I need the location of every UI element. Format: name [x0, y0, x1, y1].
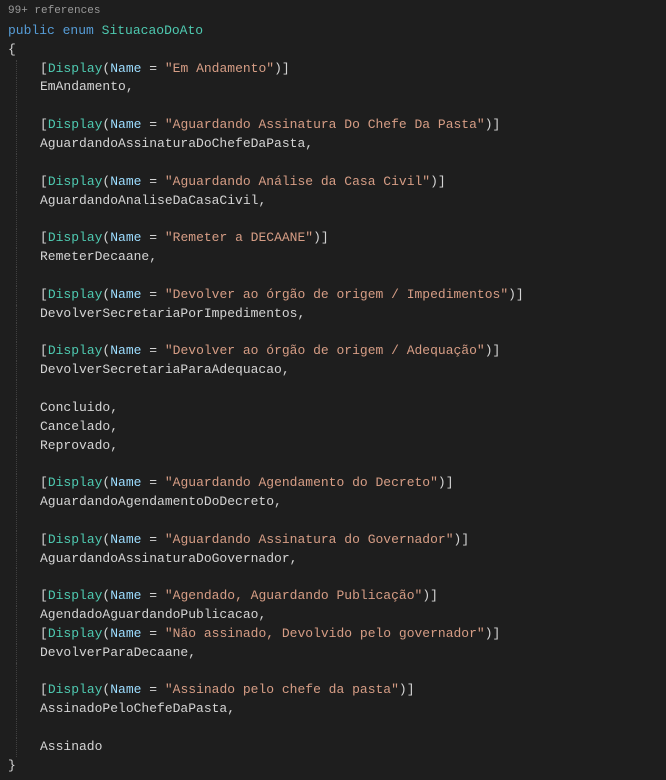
display-attribute: [Display(Name = "Devolver ao órgão de or…	[8, 342, 658, 361]
enum-member: AguardandoAgendamentoDoDecreto,	[8, 493, 658, 512]
display-attribute: [Display(Name = "Assinado pelo chefe da …	[8, 681, 658, 700]
blank-line	[8, 323, 658, 342]
enum-keyword: enum	[63, 23, 94, 38]
enum-type-name: SituacaoDoAto	[102, 23, 203, 38]
blank-line	[8, 267, 658, 286]
modifier-keyword: public	[8, 23, 55, 38]
code-editor[interactable]: public enum SituacaoDoAto { [Display(Nam…	[8, 22, 658, 776]
display-attribute: [Display(Name = "Devolver ao órgão de or…	[8, 286, 658, 305]
display-attribute: [Display(Name = "Aguardando Assinatura d…	[8, 531, 658, 550]
blank-line	[8, 455, 658, 474]
blank-line	[8, 210, 658, 229]
display-attribute: [Display(Name = "Não assinado, Devolvido…	[8, 625, 658, 644]
blank-line	[8, 663, 658, 682]
enum-member: Reprovado,	[8, 437, 658, 456]
blank-line	[8, 97, 658, 116]
enum-member: EmAndamento,	[8, 78, 658, 97]
blank-line	[8, 568, 658, 587]
display-attribute: [Display(Name = "Aguardando Assinatura D…	[8, 116, 658, 135]
enum-member: Cancelado,	[8, 418, 658, 437]
open-brace: {	[8, 41, 658, 60]
blank-line	[8, 154, 658, 173]
enum-member: RemeterDecaane,	[8, 248, 658, 267]
display-attribute: [Display(Name = "Aguardando Análise da C…	[8, 173, 658, 192]
blank-line	[8, 512, 658, 531]
enum-declaration: public enum SituacaoDoAto	[8, 22, 658, 41]
display-attribute: [Display(Name = "Em Andamento")]	[8, 60, 658, 79]
display-attribute: [Display(Name = "Remeter a DECAANE")]	[8, 229, 658, 248]
enum-member: AguardandoAssinaturaDoGovernador,	[8, 550, 658, 569]
blank-line	[8, 719, 658, 738]
enum-member: AguardandoAnaliseDaCasaCivil,	[8, 192, 658, 211]
enum-member: AguardandoAssinaturaDoChefeDaPasta,	[8, 135, 658, 154]
codelens-references[interactable]: 99+ references	[8, 4, 658, 20]
enum-member: AssinadoPeloChefeDaPasta,	[8, 700, 658, 719]
enum-member: Concluido,	[8, 399, 658, 418]
enum-member: Assinado	[8, 738, 658, 757]
display-attribute: [Display(Name = "Aguardando Agendamento …	[8, 474, 658, 493]
close-brace: }	[8, 757, 658, 776]
enum-member: AgendadoAguardandoPublicacao,	[8, 606, 658, 625]
enum-member: DevolverParaDecaane,	[8, 644, 658, 663]
enum-member: DevolverSecretariaPorImpedimentos,	[8, 305, 658, 324]
blank-line	[8, 380, 658, 399]
enum-member: DevolverSecretariaParaAdequacao,	[8, 361, 658, 380]
display-attribute: [Display(Name = "Agendado, Aguardando Pu…	[8, 587, 658, 606]
